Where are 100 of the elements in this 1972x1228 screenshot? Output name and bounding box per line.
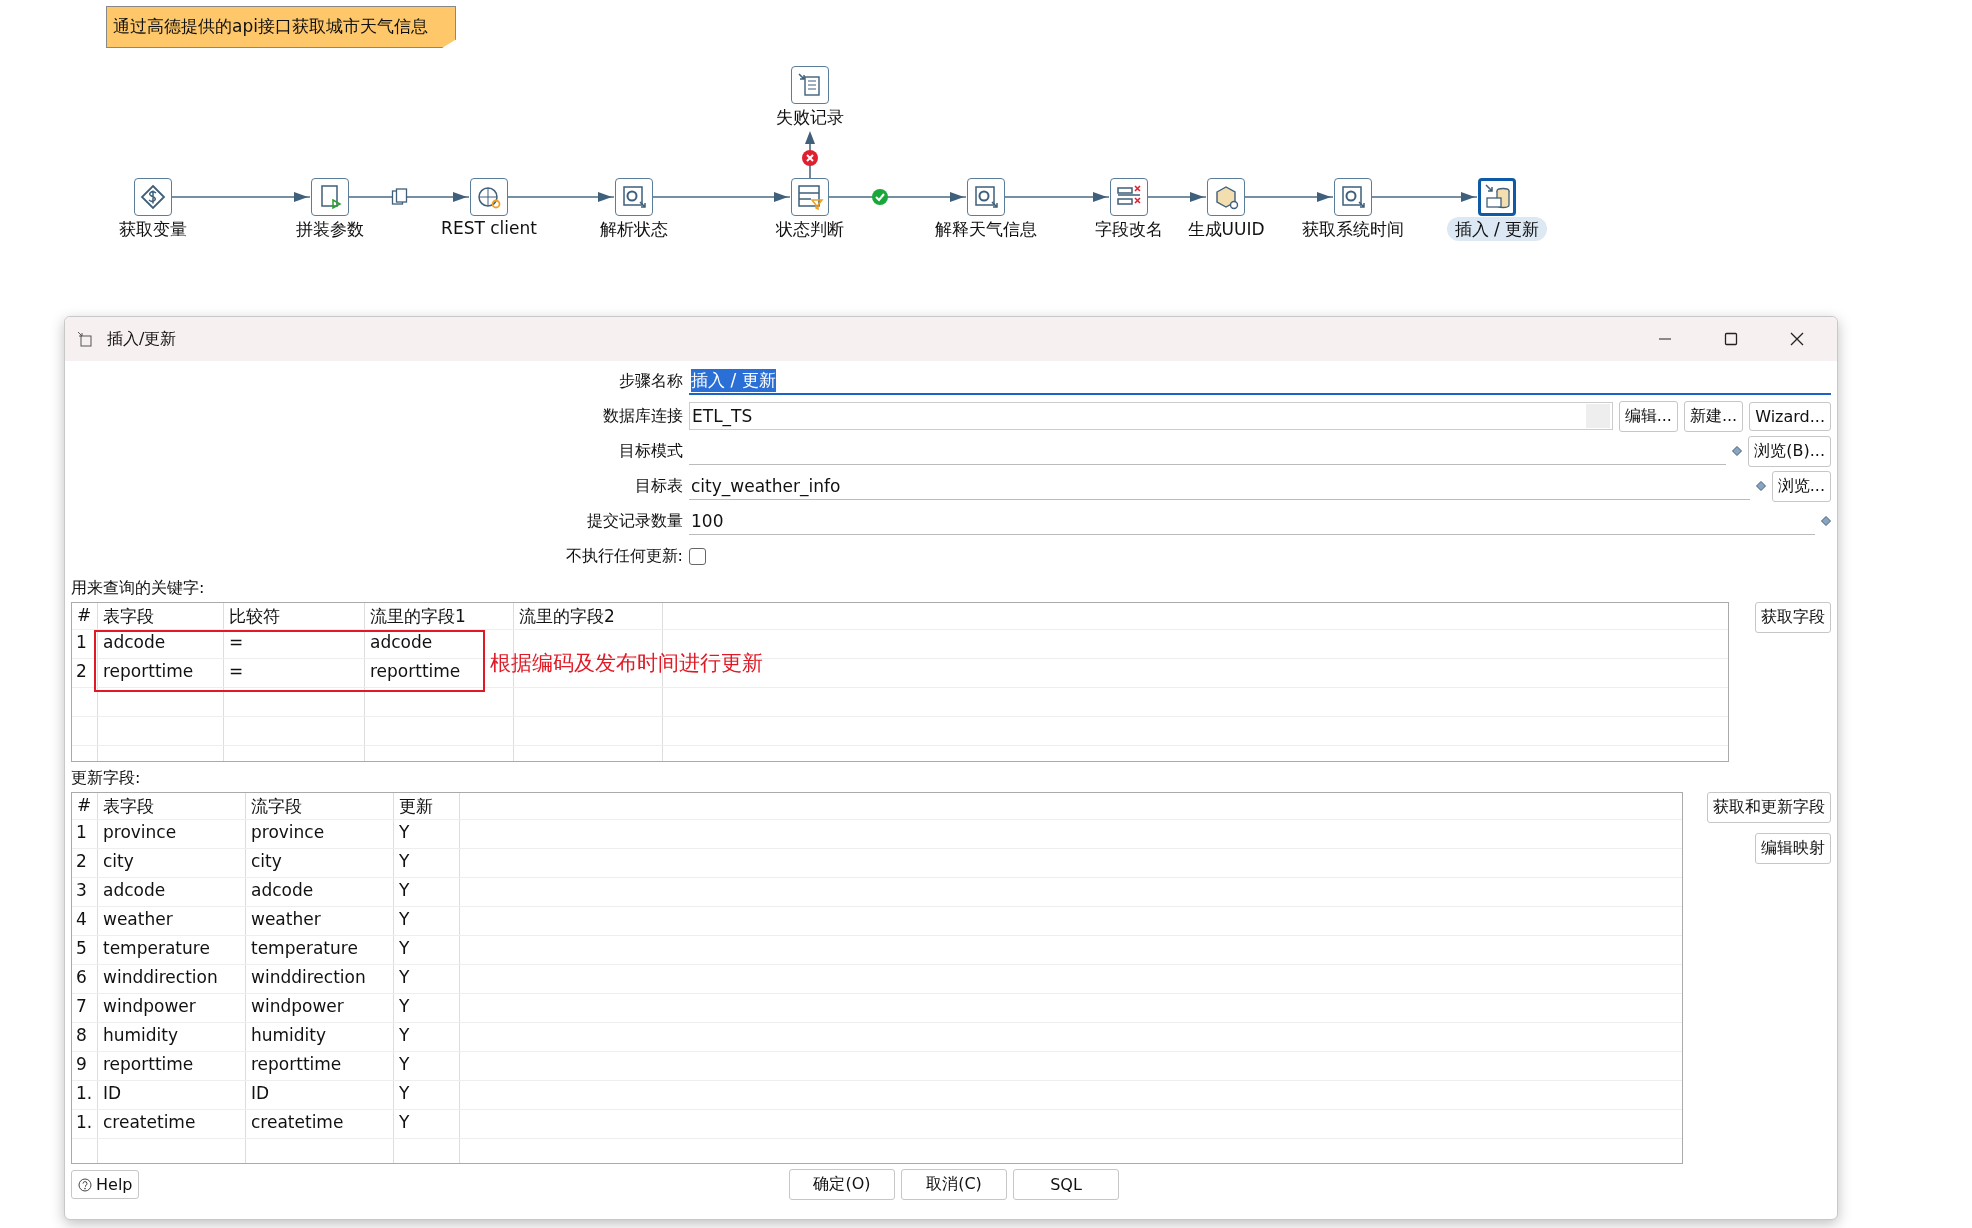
column-header[interactable]: 流里的字段1 [370,606,466,626]
table-cell: Y [399,1054,410,1074]
maximize-icon[interactable] [1723,331,1739,347]
field-label: 提交记录数量 [586,510,683,532]
field-label: 目标模式 [618,440,683,462]
table-cell: Y [399,880,410,900]
field-button[interactable]: 新建... [1683,400,1744,432]
field-button[interactable]: 浏览... [1771,470,1831,502]
output-step-icon[interactable] [791,66,829,104]
table-cell: 3 [76,880,87,900]
table-cell: reporttime [103,1054,194,1074]
column-header[interactable]: 流里的字段2 [519,606,615,626]
section-label: 更新字段: [71,768,142,789]
note-label: 通过高德提供的api接口获取城市天气信息 [106,6,456,48]
json-step-icon[interactable] [967,178,1005,216]
table-cell: windpower [103,996,196,1016]
column-header[interactable]: 表字段 [103,796,154,816]
table-cell: 1 [76,822,87,842]
field-button[interactable]: 编辑... [1618,400,1678,432]
json-step-icon[interactable] [615,178,653,216]
step-label: 获取系统时间 [1302,219,1404,239]
dialog-button[interactable]: SQL [1013,1169,1119,1200]
table-cell: reporttime [251,1054,342,1074]
hop-arrow [805,131,815,179]
table-cell: Y [399,1025,410,1045]
column-header[interactable]: 更新 [399,796,433,816]
insert-icon [77,331,93,347]
table-cell: 1. [76,1083,93,1103]
dialog-button[interactable]: 确定(O) [789,1169,895,1200]
text-field[interactable]: city_weather_info [689,472,1750,500]
table-cell: Y [399,967,410,987]
text-field[interactable]: 100 [689,507,1815,535]
table-button[interactable]: 编辑映射 [1755,833,1831,864]
table-cell: = [229,632,244,652]
step-label: 字段改名 [1095,219,1163,239]
hop-arrow [1147,192,1207,202]
step-label: 解析状态 [600,219,668,239]
table-cell: 2 [76,661,87,681]
field-label: 目标表 [634,475,683,497]
connection-dropdown[interactable]: ETL_TS [689,402,1613,430]
step-label: 插入 / 更新 [1446,217,1548,241]
table-cell: Y [399,909,410,929]
table-button[interactable]: 获取和更新字段 [1707,792,1831,823]
table-cell: temperature [103,938,210,958]
table-cell: reporttime [103,661,194,681]
column-header[interactable]: # [77,605,92,625]
variables-step-icon[interactable] [134,178,172,216]
field-button[interactable]: 浏览(B)... [1748,435,1831,467]
table-cell: windpower [251,996,344,1016]
table-cell: 6 [76,967,87,987]
get-fields-button[interactable]: 获取字段 [1755,602,1831,633]
table-cell: weather [103,909,173,929]
rename-step-icon[interactable] [1110,178,1148,216]
table-cell: 5 [76,938,87,958]
table-cell: 8 [76,1025,87,1045]
copy-icon [391,188,408,205]
field-label: 步骤名称 [618,370,683,392]
dialog-button[interactable]: 取消(C) [901,1169,1007,1200]
table-cell: winddirection [103,967,218,987]
section-label: 用来查询的关键字: [71,578,206,599]
help-button[interactable]: Help [71,1170,140,1199]
column-header[interactable]: 表字段 [103,606,154,626]
systime-step-icon[interactable] [1334,178,1372,216]
uuid-step-icon[interactable] [1207,178,1245,216]
table-cell: Y [399,1083,410,1103]
column-header[interactable]: 比较符 [229,606,280,626]
table-cell: 7 [76,996,87,1016]
error-icon [802,150,818,166]
step-label: 状态判断 [776,219,844,239]
script-step-icon[interactable] [311,178,349,216]
table-cell: city [103,851,134,871]
table-cell: temperature [251,938,358,958]
column-header[interactable]: # [77,795,92,815]
step-label: 获取变量 [119,219,187,239]
field-label: 不执行任何更新: [564,545,683,567]
table-cell: weather [251,909,321,929]
step-label: REST client [441,218,537,238]
table-cell: createtime [103,1112,196,1132]
table-cell: adcode [103,880,166,900]
table-cell: 2 [76,851,87,871]
insert-step-icon[interactable] [1478,178,1516,216]
column-header[interactable]: 流字段 [251,796,302,816]
table-cell: = [229,661,244,681]
table-cell: humidity [103,1025,179,1045]
close-icon[interactable] [1789,331,1805,347]
field-label: 数据库连接 [602,405,683,427]
table-cell: 9 [76,1054,87,1074]
table-cell: ID [251,1083,270,1103]
filter-step-icon[interactable] [791,178,829,216]
table-cell: 1. [76,1112,93,1132]
table-cell: adcode [103,632,166,652]
annotation-text: 根据编码及发布时间进行更新 [490,650,763,677]
rest-step-icon[interactable] [470,178,508,216]
checkbox[interactable] [689,547,706,565]
table-cell: ID [103,1083,122,1103]
table-cell: createtime [251,1112,344,1132]
step-label: 失败记录 [776,107,844,127]
table-cell: winddirection [251,967,366,987]
text-field[interactable]: 插入 / 更新 [689,367,1831,395]
field-button[interactable]: Wizard... [1749,401,1831,431]
